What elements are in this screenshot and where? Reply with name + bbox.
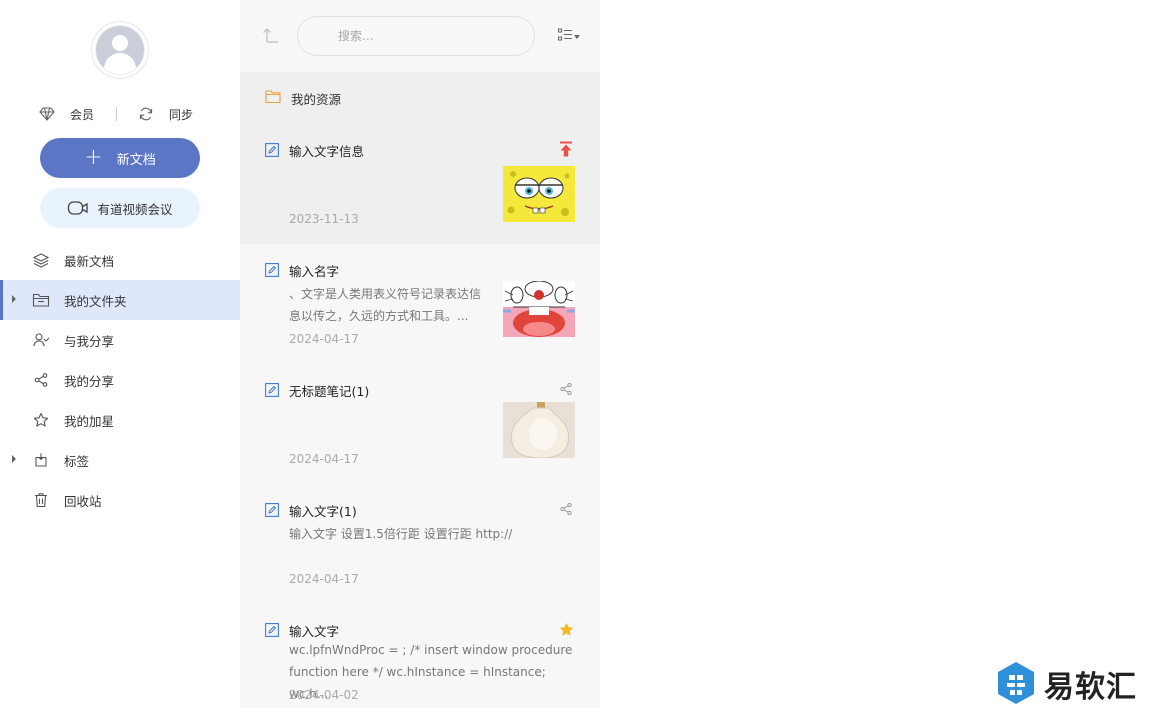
video-meeting-label: 有道视频会议 [97, 201, 173, 217]
trash-icon [32, 491, 50, 509]
member-sync-row: 会员 同步 [38, 104, 193, 124]
star-icon[interactable] [558, 621, 574, 637]
sidebar-nav: 最新文档 我的文件夹 与我分享 我的分享 我的加星 标签 回收站 [0, 240, 240, 520]
sidebar-item-starred[interactable]: 我的加星 [0, 400, 240, 440]
note-excerpt: 、文字是人类用表义符号记录表达信息以传之，久远的方式和工具。... [289, 287, 482, 323]
note-edit-icon [265, 623, 279, 640]
video-meeting-button[interactable]: 有道视频会议 [40, 188, 200, 228]
note-edit-icon [265, 383, 279, 400]
sync-icon[interactable] [137, 105, 155, 123]
note-title: 输入名字 [289, 264, 340, 279]
sidebar-item-label: 回收站 [64, 493, 102, 509]
note-excerpt: 输入文字 设置1.5倍行距 设置行距 http:// [289, 527, 513, 541]
note-list-item[interactable]: 输入文字 wc.lpfnWndProc = ; /* insert window… [240, 604, 600, 708]
hexagon-logo-icon [996, 661, 1036, 708]
sidebar: 会员 同步 + 新文档 有道视频会议 最新文档 我的文件夹 与我分享 我的分享 … [0, 0, 240, 708]
search-input[interactable] [297, 16, 535, 56]
note-date: 2023-11-13 [289, 212, 359, 226]
note-edit-icon [265, 143, 279, 160]
doraemon-thumbnail [503, 281, 575, 337]
sidebar-item-label: 我的文件夹 [64, 293, 127, 309]
sidebar-item-label: 我的加星 [64, 413, 115, 429]
sidebar-item-trash[interactable]: 回收站 [0, 480, 240, 520]
chevron-down-icon [574, 34, 580, 39]
sidebar-item-label: 我的分享 [64, 373, 115, 389]
note-list-item[interactable]: 输入文字信息 2023-11-13 [240, 124, 600, 244]
share-icon[interactable] [558, 381, 574, 397]
avatar[interactable] [92, 22, 148, 78]
sidebar-item-tags[interactable]: 标签 [0, 440, 240, 480]
sidebar-item-latest-docs[interactable]: 最新文档 [0, 240, 240, 280]
sidebar-item-label: 标签 [64, 453, 90, 469]
list-toolbar [240, 0, 600, 72]
layers-icon [32, 251, 50, 269]
note-title: 输入文字(1) [289, 504, 357, 519]
spongebob-thumbnail [503, 166, 575, 222]
note-title: 无标题笔记(1) [289, 384, 370, 399]
folder-icon [32, 291, 50, 309]
sidebar-item-label: 最新文档 [64, 253, 115, 269]
sidebar-item-my-folders[interactable]: 我的文件夹 [0, 280, 240, 320]
share-icon [32, 371, 50, 389]
note-date: 2024-04-17 [289, 452, 359, 466]
tag-icon [32, 451, 50, 469]
sidebar-item-my-shares[interactable]: 我的分享 [0, 360, 240, 400]
pin-top-icon[interactable] [558, 141, 574, 157]
note-list-item[interactable]: 无标题笔记(1) 2024-04-17 [240, 364, 600, 484]
sync-label[interactable]: 同步 [169, 106, 193, 123]
note-list-item[interactable]: 输入名字 、文字是人类用表义符号记录表达信息以传之，久远的方式和工具。... 2… [240, 244, 600, 364]
note-title: 输入文字信息 [289, 144, 365, 159]
sidebar-item-shared-with-me[interactable]: 与我分享 [0, 320, 240, 360]
folder-item[interactable]: 我的资源 [240, 72, 600, 124]
folder-icon [265, 89, 281, 107]
note-date: 2024-04-02 [289, 688, 359, 702]
watermark-logo: 易软汇 [996, 660, 1137, 708]
note-list-pane: 我的资源 输入文字信息 2023-11-13 [240, 0, 600, 708]
list-view-icon [558, 28, 572, 45]
star-icon [32, 411, 50, 429]
view-mode-toggle[interactable] [558, 28, 580, 45]
plus-icon: + [84, 145, 103, 170]
expand-caret-icon[interactable] [12, 455, 16, 463]
shared-users-icon [32, 331, 50, 349]
note-list-item[interactable]: 输入文字(1) 输入文字 设置1.5倍行距 设置行距 http:// 2024-… [240, 484, 600, 604]
video-camera-icon [67, 199, 89, 217]
bottle-thumbnail [503, 402, 575, 458]
note-date: 2024-04-17 [289, 332, 359, 346]
new-document-label: 新文档 [116, 152, 156, 168]
note-date: 2024-04-17 [289, 572, 359, 586]
user-icon [96, 26, 144, 74]
divider [116, 107, 118, 121]
folder-label: 我的资源 [291, 91, 342, 107]
share-icon[interactable] [558, 501, 574, 517]
member-label[interactable]: 会员 [70, 106, 94, 123]
watermark-text: 易软汇 [1044, 670, 1137, 705]
expand-caret-icon[interactable] [12, 295, 16, 303]
note-title: 输入文字 [289, 624, 340, 639]
diamond-icon[interactable] [38, 105, 56, 123]
note-edit-icon [265, 263, 279, 280]
sidebar-item-label: 与我分享 [64, 333, 115, 349]
go-up-icon[interactable] [262, 26, 280, 47]
note-edit-icon [265, 503, 279, 520]
new-document-button[interactable]: + 新文档 [40, 138, 200, 178]
